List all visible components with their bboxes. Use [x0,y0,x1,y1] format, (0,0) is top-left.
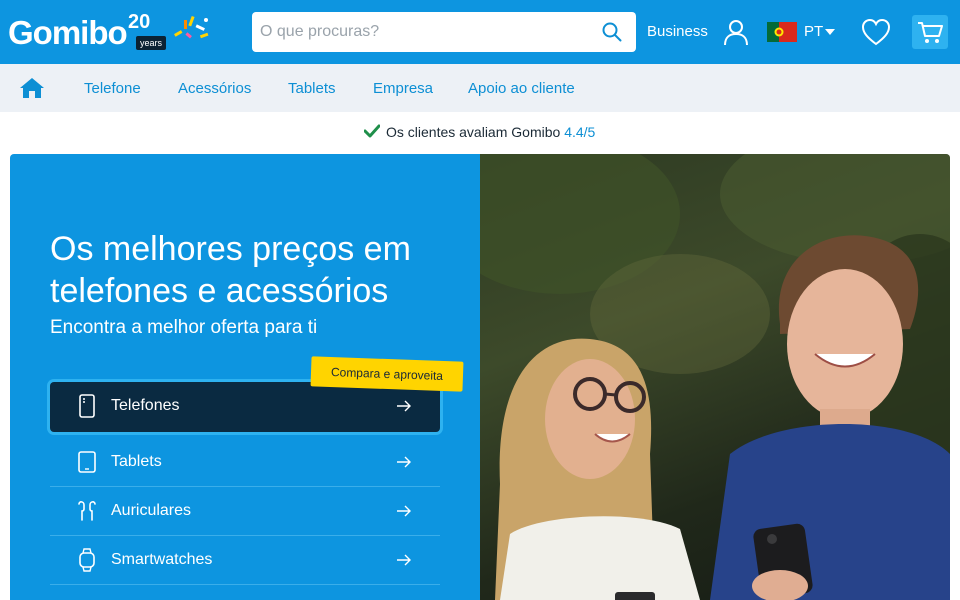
earbuds-icon [78,501,96,521]
trust-banner: Os clientes avaliam Gomibo 4.4/5 [0,112,960,152]
arrow-right-icon [397,554,411,566]
gomibo-logo[interactable]: Gomibo 20 years [8,10,209,54]
logo-anniversary-word: years [136,36,167,50]
trust-text: Os clientes avaliam Gomibo 4.4/5 [386,124,595,140]
heart-icon[interactable] [861,18,891,46]
check-icon [364,124,380,138]
nav-item-apoio-ao-cliente[interactable]: Apoio ao cliente [468,80,575,97]
business-link[interactable]: Business [647,23,708,40]
arrow-right-icon [397,400,411,412]
cart-button[interactable] [912,15,948,49]
logo-anniversary-number: 20 [128,11,151,33]
arrow-right-icon [397,456,411,468]
search-icon[interactable] [602,22,622,42]
language-code: PT [804,23,824,40]
cart-icon [918,22,943,43]
phone-icon [79,394,95,418]
nav-item-empresa[interactable]: Empresa [373,80,433,97]
portugal-flag-icon [767,22,797,42]
category-label: Auriculares [111,502,192,519]
promo-badge: Compara e aproveita [310,356,464,392]
arrow-right-icon [397,505,411,517]
confetti-icon [174,15,209,39]
nav-item-tablets[interactable]: Tablets [288,80,336,97]
hero-content: Os melhores preços em telefones e acessó… [10,154,480,600]
chevron-down-icon [825,29,835,35]
category-label: Smartwatches [111,551,213,568]
language-selector[interactable]: PT [767,20,839,44]
category-nav: Telefone Acessórios Tablets Empresa Apoi… [0,64,960,112]
hero-photo-couple-smiling [480,154,950,600]
search-input[interactable] [252,12,592,52]
category-item-tablets[interactable]: Tablets [50,438,440,487]
nav-item-acessorios[interactable]: Acessórios [178,80,251,97]
smartwatch-icon [79,548,95,572]
trust-label: Os clientes avaliam Gomibo [386,124,561,140]
nav-item-telefone[interactable]: Telefone [84,80,141,97]
hero-subtitle: Encontra a melhor oferta para ti [50,317,318,338]
logo-text: Gomibo [8,14,128,51]
home-icon[interactable] [19,77,45,99]
site-header: Gomibo 20 years Business PT [0,0,960,64]
hero-image [480,154,950,600]
trust-rating[interactable]: Os clientes avaliam Gomibo 4.4/5 [364,124,604,142]
category-item-smartwatches[interactable]: Smartwatches [50,536,440,585]
hero-title: Os melhores preços em telefones e acessó… [50,230,411,310]
category-label: Tablets [111,453,162,470]
category-item-auriculares[interactable]: Auriculares [50,487,440,536]
user-icon[interactable] [722,18,750,46]
hero-banner: Os melhores preços em telefones e acessó… [10,154,950,600]
tablet-icon [78,451,96,473]
trust-score: 4.4/5 [564,124,596,140]
category-label: Telefones [111,397,180,414]
category-item-telefones[interactable]: Telefones [50,382,440,432]
search-bar [252,12,636,52]
